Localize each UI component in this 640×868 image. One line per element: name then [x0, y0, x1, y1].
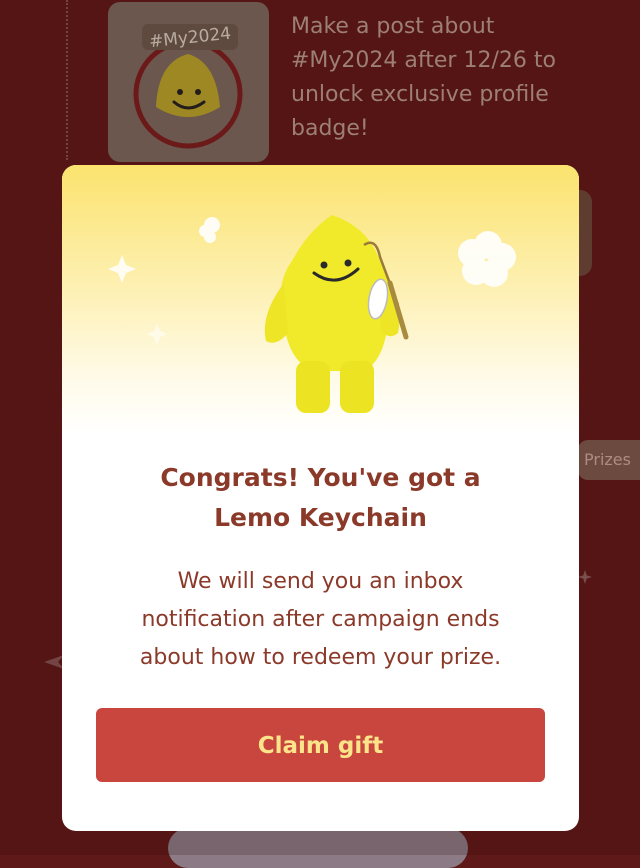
lemo-keychain-image	[264, 215, 409, 413]
flower-icon	[458, 231, 516, 287]
modal-message: We will send you an inbox notification a…	[102, 563, 539, 677]
sparkle-icon	[146, 323, 168, 345]
modal-message-line: about how to redeem your prize.	[139, 645, 502, 670]
flower-icon	[199, 217, 220, 243]
claim-gift-button[interactable]: Claim gift	[96, 708, 545, 782]
congrats-modal: Congrats! You've got a Lemo Keychain We …	[62, 165, 579, 831]
modal-title-line: Lemo Keychain	[214, 503, 427, 532]
prize-hero	[62, 165, 579, 435]
modal-message-line: We will send you an inbox	[177, 569, 464, 594]
modal-message-line: notification after campaign ends	[141, 607, 500, 632]
modal-title-line: Congrats! You've got a	[160, 463, 481, 492]
modal-title: Congrats! You've got a Lemo Keychain	[62, 458, 579, 538]
sparkle-icon	[108, 255, 136, 283]
